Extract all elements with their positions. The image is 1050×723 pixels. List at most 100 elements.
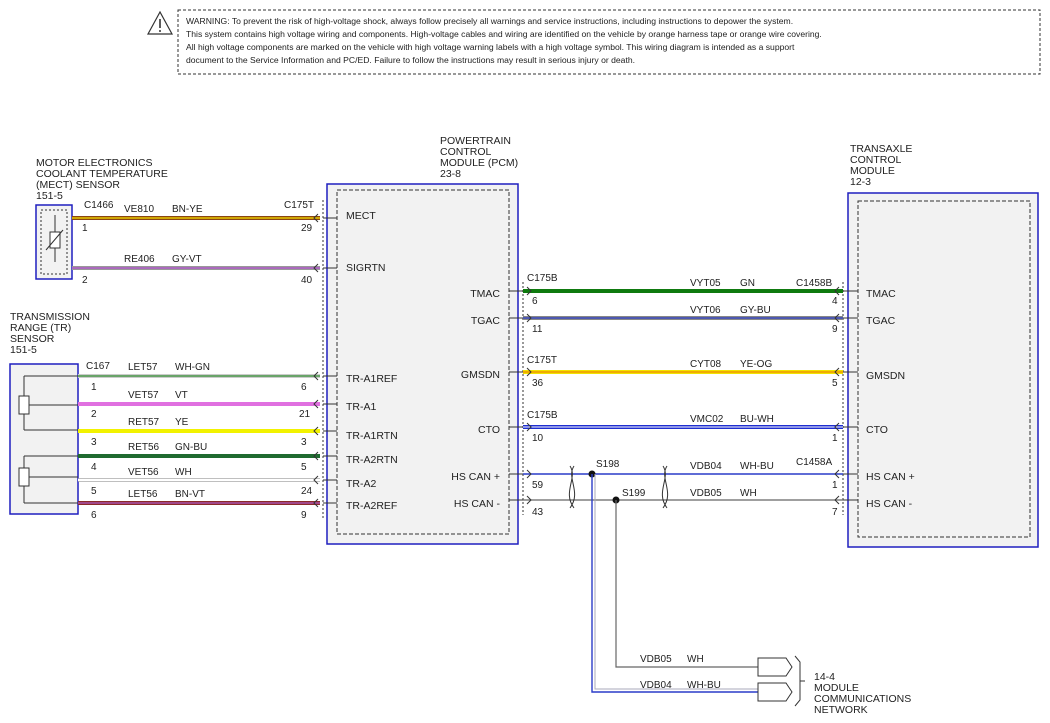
svg-text:21: 21: [299, 409, 311, 420]
svg-text:TR-A1REF: TR-A1REF: [346, 373, 397, 385]
svg-text:RET57: RET57: [128, 417, 160, 428]
svg-text:2: 2: [91, 409, 97, 420]
svg-text:1: 1: [832, 433, 838, 444]
svg-text:3: 3: [301, 437, 307, 448]
svg-text:YE: YE: [175, 417, 189, 428]
svg-text:RET56: RET56: [128, 442, 160, 453]
svg-text:WH-BU: WH-BU: [740, 461, 774, 472]
pcm-connector-c175t: C175T: [284, 200, 314, 211]
svg-text:151-5: 151-5: [10, 344, 37, 356]
svg-text:59: 59: [532, 480, 544, 491]
svg-text:5: 5: [301, 462, 307, 473]
svg-text:29: 29: [301, 223, 313, 234]
svg-text:3: 3: [91, 437, 97, 448]
svg-text:36: 36: [532, 378, 544, 389]
svg-text:TMAC: TMAC: [470, 288, 500, 300]
twisted-pair-icon-1: [568, 465, 576, 509]
svg-text:24: 24: [301, 486, 313, 497]
svg-text:5: 5: [91, 486, 97, 497]
network-wire-0-color: WH: [687, 654, 704, 665]
svg-text:CTO: CTO: [866, 424, 888, 436]
svg-text:TGAC: TGAC: [471, 315, 501, 327]
svg-text:1: 1: [91, 382, 97, 393]
svg-text:7: 7: [832, 507, 838, 518]
network-wire-1-circuit: VDB04: [640, 680, 672, 691]
svg-text:WH: WH: [740, 488, 757, 499]
svg-text:4: 4: [91, 462, 97, 473]
svg-text:23-8: 23-8: [440, 168, 461, 180]
svg-text:C1458A: C1458A: [796, 457, 832, 468]
left-wire-5: RET56 GN-BU 4 5: [78, 442, 320, 473]
svg-text:6: 6: [532, 296, 538, 307]
network-connector-icon: [757, 655, 805, 707]
svg-text:TR-A2: TR-A2: [346, 478, 376, 490]
svg-text:43: 43: [532, 507, 544, 518]
svg-text:10: 10: [532, 433, 544, 444]
left-wire-1: RE406 GY-VT 2 40: [72, 254, 320, 286]
svg-text:RE406: RE406: [124, 254, 155, 265]
svg-text:HS CAN +: HS CAN +: [866, 471, 915, 483]
svg-text:VMC02: VMC02: [690, 414, 724, 425]
mect-connector: C1466: [84, 200, 114, 211]
svg-text:GY-VT: GY-VT: [172, 254, 202, 265]
svg-text:6: 6: [301, 382, 307, 393]
svg-text:VT: VT: [175, 390, 188, 401]
network-wire-1-color: WH-BU: [687, 680, 721, 691]
tcm-label: TRANSAXLE CONTROL MODULE 12-3: [850, 143, 912, 188]
svg-text:HS CAN -: HS CAN -: [866, 498, 913, 510]
svg-text:MECT: MECT: [346, 210, 376, 222]
svg-text:4: 4: [832, 296, 838, 307]
left-wire-2: LET57 WH-GN 1 6: [78, 362, 320, 393]
svg-text:TR-A1RTN: TR-A1RTN: [346, 430, 398, 442]
svg-text:CTO: CTO: [478, 424, 500, 436]
svg-text:C175T: C175T: [527, 355, 557, 366]
svg-text:C175B: C175B: [527, 410, 558, 421]
svg-text:C1458B: C1458B: [796, 278, 832, 289]
svg-text:TR-A2REF: TR-A2REF: [346, 500, 397, 512]
network-wire-0-circuit: VDB05: [640, 654, 672, 665]
svg-text:C175B: C175B: [527, 273, 558, 284]
svg-text:BU-WH: BU-WH: [740, 414, 774, 425]
svg-text:YE-OG: YE-OG: [740, 359, 772, 370]
svg-text:GY-BU: GY-BU: [740, 305, 771, 316]
warning-line-2: This system contains high voltage wiring…: [186, 29, 822, 39]
warning-line-4: document to the Service Information and …: [186, 55, 635, 65]
warning-line-1: WARNING: To prevent the risk of high-vol…: [186, 16, 793, 26]
svg-text:CYT08: CYT08: [690, 359, 722, 370]
svg-text:9: 9: [301, 510, 307, 521]
wiring-diagram: WARNING: To prevent the risk of high-vol…: [9, 9, 1041, 716]
svg-text:TMAC: TMAC: [866, 288, 896, 300]
svg-text:VET57: VET57: [128, 390, 159, 401]
twisted-pair-icon-2: [661, 465, 669, 509]
splice-s198-label: S198: [596, 459, 620, 470]
svg-text:GN-BU: GN-BU: [175, 442, 207, 453]
tr-sensor-label: TRANSMISSION RANGE (TR) SENSOR 151-5: [10, 311, 90, 356]
right-wire-0: C175B VYT05 GN C1458B 6 4: [509, 273, 858, 307]
splice-s199-label: S199: [622, 488, 646, 499]
svg-text:12-3: 12-3: [850, 176, 871, 188]
svg-text:151-5: 151-5: [36, 190, 63, 202]
network-branch-wires: [591, 474, 758, 693]
svg-text:6: 6: [91, 510, 97, 521]
pcm-label: POWERTRAIN CONTROL MODULE (PCM) 23-8: [440, 135, 518, 180]
tr-sensor-box: [9, 363, 79, 515]
right-wire-2: C175T CYT08 YE-OG 36 5: [509, 355, 858, 389]
svg-text:1: 1: [832, 480, 838, 491]
right-wire-4: VDB04 WH-BU C1458A 59 1: [509, 457, 858, 491]
svg-text:1: 1: [82, 223, 88, 234]
svg-text:BN-YE: BN-YE: [172, 204, 203, 215]
svg-text:2: 2: [82, 275, 88, 286]
right-wire-5: VDB05 WH 43 7: [509, 488, 858, 518]
svg-text:TGAC: TGAC: [866, 315, 896, 327]
left-wire-3: VET57 VT 2 21: [78, 390, 320, 420]
svg-text:SIGRTN: SIGRTN: [346, 262, 385, 274]
svg-text:HS CAN -: HS CAN -: [454, 498, 501, 510]
svg-text:GMSDN: GMSDN: [461, 369, 500, 381]
svg-text:WH-GN: WH-GN: [175, 362, 210, 373]
svg-text:40: 40: [301, 275, 313, 286]
svg-text:11: 11: [532, 324, 543, 335]
svg-text:VE810: VE810: [124, 204, 154, 215]
svg-text:VDB04: VDB04: [690, 461, 722, 472]
svg-text:TR-A1: TR-A1: [346, 401, 376, 413]
right-wire-1: VYT06 GY-BU 11 9: [509, 305, 858, 335]
